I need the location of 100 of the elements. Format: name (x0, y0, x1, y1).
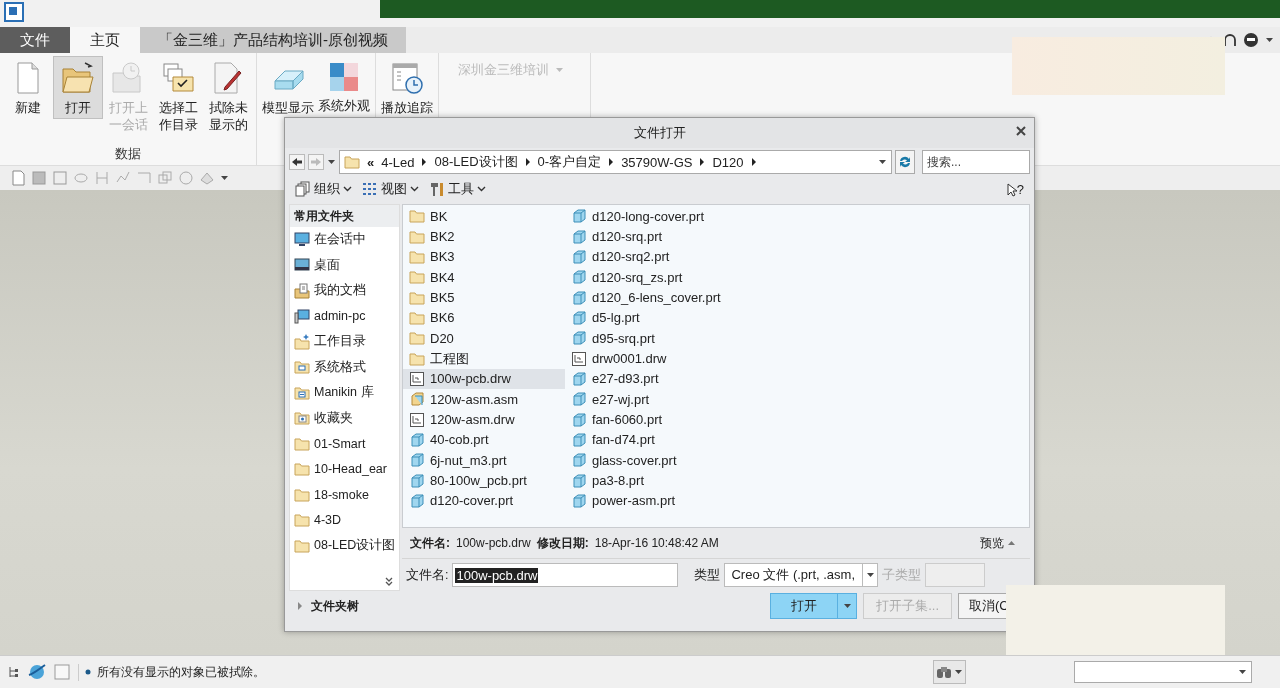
breadcrumb[interactable]: 35790W-GS (621, 154, 693, 170)
sidebar-item[interactable]: 工作目录 (290, 329, 399, 355)
file-item[interactable]: d120-long-cover.prt (565, 206, 1029, 227)
status-message: 所有没有显示的对象已被拭除。 (97, 663, 265, 681)
file-item[interactable]: d120_6-lens_cover.prt (565, 287, 1029, 308)
sidebar-heading: 常用文件夹 (290, 205, 399, 227)
file-item[interactable]: BK3 (403, 246, 565, 268)
file-item[interactable]: BK (403, 206, 565, 227)
file-item[interactable]: BK2 (403, 226, 565, 247)
detail-value: 18-Apr-16 10:48:42 AM (594, 536, 719, 550)
file-type-dropdown[interactable]: Creo 文件 (.prt, .asm, (724, 563, 879, 587)
preview-toggle[interactable]: 预览 (974, 533, 1022, 553)
toolbar-menu[interactable]: 组织 (293, 180, 354, 198)
sidebar-item[interactable]: Manikin 库 (290, 380, 399, 406)
ribbon-tab[interactable]: 主页 (70, 27, 140, 53)
file-item[interactable]: power-asm.prt (565, 490, 1029, 512)
drawing-file-icon (409, 370, 425, 387)
refresh-button[interactable] (895, 150, 915, 174)
file-item[interactable]: d120-srq2.prt (565, 246, 1029, 268)
back-button[interactable] (289, 154, 305, 170)
sidebar-item[interactable]: 4-3D (290, 507, 399, 533)
breadcrumb[interactable]: 08-LED设计图 (434, 153, 518, 171)
shape-icon (136, 170, 152, 186)
part-file-icon (571, 309, 587, 326)
ribbon-tab[interactable]: 文件 (0, 27, 70, 53)
file-item[interactable]: BK6 (403, 307, 565, 329)
sidebar-item[interactable]: 10-Head_ear (290, 456, 399, 482)
folder-window-icon (294, 360, 310, 375)
file-item[interactable]: 40-cob.prt (403, 429, 565, 451)
toolbar-menu[interactable]: 工具 (427, 180, 488, 198)
part-file-icon (409, 493, 425, 509)
ribbon-button[interactable]: 拭除未显示的 (203, 56, 253, 136)
ribbon-button[interactable]: 系统外观 (316, 56, 372, 117)
pages-icon (295, 181, 311, 197)
file-item[interactable]: glass-cover.prt (565, 450, 1029, 471)
sidebar-item[interactable]: 系统格式 (290, 354, 399, 380)
file-item[interactable]: D20 (403, 328, 565, 349)
sidebar-item[interactable]: 在会话中 (290, 227, 399, 253)
overflow-chevron[interactable]: « (367, 154, 375, 170)
sidebar-item[interactable]: 01-Smart (290, 431, 399, 457)
file-item[interactable]: d120-cover.prt (403, 490, 565, 512)
part-file-icon (571, 248, 587, 265)
caret-icon (1265, 37, 1274, 43)
file-item[interactable]: d95-srq.prt (565, 328, 1029, 349)
breadcrumb[interactable]: D120 (712, 154, 744, 170)
folder-check-icon (161, 61, 195, 95)
close-icon[interactable] (1016, 126, 1026, 136)
context-help-button[interactable]: ? (1004, 181, 1026, 197)
checkbox-icon (54, 664, 70, 680)
part-file-icon (409, 472, 425, 489)
group-label: 数据 (115, 146, 141, 161)
file-item[interactable]: d5-lg.prt (565, 307, 1029, 329)
desktop-icon (294, 258, 310, 273)
search-field[interactable]: 搜索... (922, 150, 1030, 174)
address-bar[interactable]: « 4-Led 08-LED设计图 0-客户自定 35790W-GS D120 (339, 150, 892, 174)
folder-icon (409, 270, 425, 285)
file-item[interactable]: d120-srq_zs.prt (565, 267, 1029, 288)
part-file-icon (571, 493, 587, 509)
folder-star-icon (294, 333, 310, 350)
sidebar-item[interactable]: 08-LED设计图 (290, 533, 399, 559)
sidebar-item[interactable]: admin-pc (290, 303, 399, 329)
find-button[interactable] (933, 660, 966, 684)
file-item[interactable]: 80-100w_pcb.prt (403, 470, 565, 491)
breadcrumb[interactable]: 4-Led (381, 154, 415, 170)
file-item[interactable]: d120-srq.prt (565, 226, 1029, 247)
file-item[interactable]: BK5 (403, 287, 565, 308)
sidebar-item[interactable]: 桌面 (290, 252, 399, 278)
file-item[interactable]: 100w-pcb.drw (403, 368, 565, 390)
file-item[interactable]: e27-d93.prt (565, 368, 1029, 390)
shape-icon (157, 170, 173, 186)
filter-dropdown[interactable] (1074, 661, 1252, 683)
ribbon-button[interactable]: 打开 (53, 56, 103, 119)
folder-icon (409, 209, 425, 224)
file-item[interactable]: 6j-nut_m3.prt (403, 450, 565, 471)
file-item[interactable]: pa3-8.prt (565, 470, 1029, 491)
sidebar-item[interactable]: 18-smoke (290, 482, 399, 508)
breadcrumb[interactable]: 0-客户自定 (537, 153, 602, 171)
folder-icon (409, 249, 425, 264)
caret-icon (1238, 669, 1247, 675)
folder-tree-toggle[interactable]: 文件夹树 (289, 591, 400, 621)
folder-icon (294, 487, 310, 502)
ribbon-button[interactable]: 新建 (3, 56, 53, 119)
ribbon-button[interactable]: 模型显示 (260, 56, 316, 119)
ribbon-tab[interactable]: 「金三维」产品结构培训-原创视频 (140, 27, 406, 53)
file-item[interactable]: e27-wj.prt (565, 389, 1029, 410)
toolbar-menu[interactable]: 视图 (360, 180, 421, 198)
file-item[interactable]: fan-6060.prt (565, 409, 1029, 430)
file-item[interactable]: BK4 (403, 267, 565, 288)
file-item[interactable]: fan-d74.prt (565, 429, 1029, 451)
file-item[interactable]: 120w-asm.drw (403, 409, 565, 430)
ribbon-button[interactable]: 选择工作目录 (153, 56, 203, 136)
part-file-icon (571, 370, 587, 387)
sidebar-item[interactable]: 收藏夹 (290, 405, 399, 431)
part-file-icon (571, 431, 587, 448)
filename-field[interactable]: 100w-pcb.drw (452, 563, 679, 587)
dialog-button[interactable]: 打开 (770, 593, 858, 619)
file-item[interactable]: 120w-asm.asm (403, 389, 565, 410)
sidebar-item[interactable]: 我的文档 (290, 278, 399, 304)
file-item[interactable]: 工程图 (403, 348, 565, 369)
file-item[interactable]: drw0001.drw (565, 348, 1029, 369)
